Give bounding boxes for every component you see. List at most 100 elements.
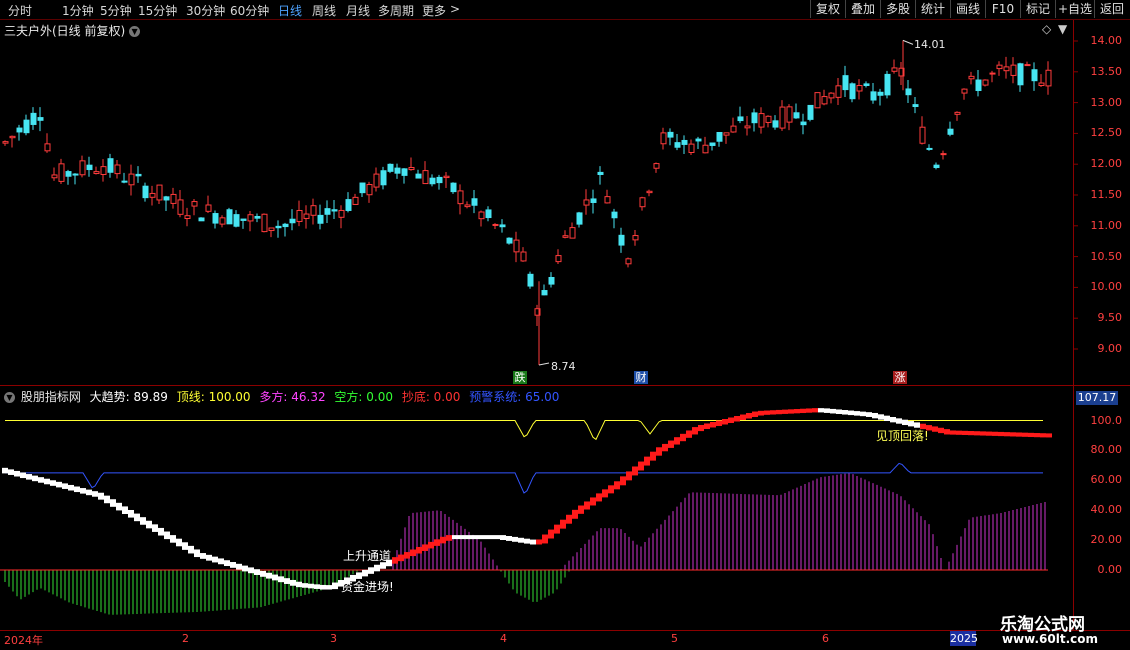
candle-body [800, 121, 807, 126]
candle-body [653, 163, 660, 169]
trend-segment [326, 585, 332, 590]
trend-segment [938, 427, 944, 434]
trend-segment [248, 567, 254, 574]
candle-body [471, 198, 478, 206]
period-tab-15min[interactable]: 15分钟 [138, 2, 177, 19]
date-label-mar: 3 [330, 632, 337, 645]
trend-segment [242, 565, 248, 572]
trend-segment [950, 430, 956, 435]
btn-huaxian[interactable]: 画线 [950, 0, 985, 18]
trend-segment [410, 549, 416, 557]
candle-body [513, 239, 520, 253]
price-tick-label: 12.00 [1090, 157, 1123, 171]
stock-chart-canvas[interactable] [0, 20, 1130, 650]
candle-body [156, 184, 163, 201]
period-tab-monthly[interactable]: 月线 [346, 2, 370, 19]
trend-segment [488, 535, 494, 540]
period-tab-multi[interactable]: 多周期 [378, 2, 414, 19]
candle-body [1045, 69, 1052, 87]
trend-segment [626, 471, 632, 481]
candle-body [2, 141, 9, 144]
trend-segment [1028, 432, 1034, 438]
trend-segment [62, 483, 68, 489]
event-marker-finance[interactable]: 财 [634, 371, 648, 384]
candle-body [338, 209, 345, 218]
trend-segment [872, 412, 878, 419]
period-tab-1min[interactable]: 1分钟 [62, 2, 94, 19]
candle-body [618, 234, 625, 246]
event-marker-fall[interactable]: 跌 [513, 371, 527, 384]
price-tick-label: 9.50 [1097, 311, 1123, 325]
trend-segment [212, 556, 218, 563]
candle-body [261, 213, 268, 233]
btn-duogu[interactable]: 多股 [880, 0, 915, 18]
trend-segment [440, 536, 446, 544]
candle-body [849, 83, 856, 100]
trend-segment [1040, 433, 1046, 438]
candle-body [1024, 64, 1031, 67]
candle-body [905, 88, 912, 96]
btn-fuquan[interactable]: 复权 [810, 0, 845, 18]
trend-segment [746, 413, 752, 419]
candle-body [975, 79, 982, 92]
candle-body [114, 164, 121, 175]
period-tab-weekly[interactable]: 周线 [312, 2, 336, 19]
indicator-tick-label: 60.00 [1090, 473, 1123, 487]
price-tick-label: 12.50 [1090, 126, 1123, 140]
trend-segment [26, 474, 32, 480]
settings-dropdown-icon[interactable]: ▼ [1058, 22, 1067, 36]
more-arrow-icon[interactable]: > [450, 2, 460, 16]
event-marker-rise[interactable]: 涨 [893, 371, 907, 384]
period-tab-fenshi[interactable]: 分时 [8, 2, 32, 19]
candle-body [359, 182, 366, 194]
period-tab-more[interactable]: 更多 [422, 2, 446, 19]
indicator-dropdown-icon[interactable]: ▼ [4, 392, 15, 403]
btn-back[interactable]: 返回 [1094, 0, 1129, 18]
btn-tongji[interactable]: 统计 [915, 0, 950, 18]
trend-segment [182, 542, 188, 550]
btn-diejia[interactable]: 叠加 [845, 0, 880, 18]
period-tab-daily[interactable]: 日线 [278, 2, 302, 19]
trend-segment [542, 534, 548, 544]
trend-segment [644, 456, 650, 466]
candle-body [660, 132, 667, 145]
trend-segment [8, 469, 14, 475]
candle-body [254, 216, 261, 219]
trend-segment [554, 524, 560, 534]
trend-segment [314, 584, 320, 589]
btn-biaoji[interactable]: 标记 [1020, 0, 1055, 18]
title-dropdown-icon[interactable]: ▼ [129, 26, 141, 37]
indicator-tick-label: 0.00 [1097, 563, 1123, 576]
period-tab-30min[interactable]: 30分钟 [186, 2, 225, 19]
indicator-header: ▼ 股朋指标网 大趋势: 89.89 顶线: 100.00 多方: 46.32 … [4, 388, 569, 405]
trend-segment [560, 519, 566, 529]
high-pointer [902, 39, 914, 45]
candle-body [457, 190, 464, 205]
trend-segment [68, 484, 74, 491]
current-year-box: 2025 [950, 631, 978, 646]
trend-segment [836, 409, 842, 415]
trend-segment [698, 424, 704, 432]
diamond-icon[interactable]: ◇ [1042, 22, 1051, 36]
candle-body [674, 142, 681, 148]
period-tab-60min[interactable]: 60分钟 [230, 2, 269, 19]
candle-body [912, 104, 919, 108]
period-tab-5min[interactable]: 5分钟 [100, 2, 132, 19]
trend-segment [608, 485, 614, 494]
trend-segment [548, 529, 554, 539]
candle-body [716, 131, 723, 142]
btn-f10[interactable]: F10 [985, 0, 1020, 18]
candle-body [863, 83, 870, 86]
trend-segment [896, 418, 902, 424]
trend-segment [800, 408, 806, 414]
candle-body [163, 196, 170, 201]
btn-add-favorite[interactable]: +自选 [1055, 0, 1094, 18]
trend-segment [38, 477, 44, 483]
candle-body [401, 168, 408, 176]
trend-segment [254, 569, 260, 575]
trend-segment [770, 410, 776, 415]
candle-body [884, 73, 891, 96]
candle-body [968, 75, 975, 80]
candle-body [289, 218, 296, 224]
trend-segment [758, 410, 764, 416]
